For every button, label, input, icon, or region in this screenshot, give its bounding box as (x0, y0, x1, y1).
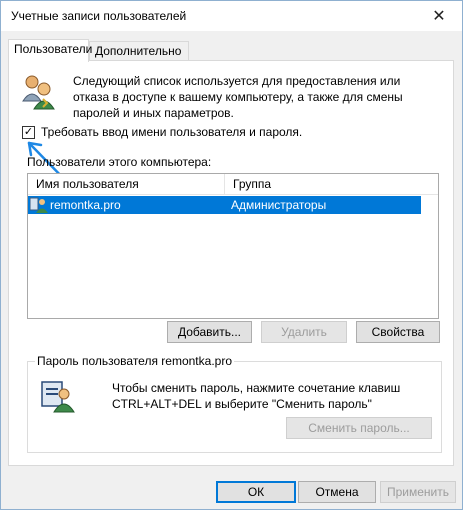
description-text: Следующий список используется для предос… (73, 74, 403, 120)
remove-user-button[interactable]: Удалить (261, 321, 347, 343)
users-list-header: Имя пользователя Группа (28, 174, 438, 195)
cancel-button[interactable]: Отмена (298, 481, 376, 503)
user-group-cell: Администраторы (231, 198, 327, 212)
title-bar: Учетные записи пользователей ✕ (1, 1, 462, 31)
password-group-title: Пароль пользователя remontka.pro (35, 354, 234, 368)
add-user-button[interactable]: Добавить... (167, 321, 252, 343)
users-list-label: Пользователи этого компьютера: (27, 155, 212, 169)
close-button[interactable]: ✕ (416, 1, 462, 31)
users-tab-panel: Следующий список используется для предос… (8, 60, 454, 466)
users-icon (22, 75, 55, 110)
column-divider[interactable] (224, 174, 225, 194)
column-header-group[interactable]: Группа (233, 177, 271, 191)
password-group: Пароль пользователя remontka.pro Чтобы с… (27, 354, 442, 453)
window-title: Учетные записи пользователей (11, 9, 187, 23)
user-name-cell: remontka.pro (50, 198, 121, 212)
table-row[interactable]: remontka.pro Администраторы (28, 196, 421, 214)
user-icon (30, 197, 48, 213)
tab-users[interactable]: Пользователи (8, 39, 92, 62)
user-accounts-dialog: Учетные записи пользователей ✕ Пользоват… (0, 0, 463, 510)
user-password-icon (41, 381, 75, 413)
users-list[interactable]: Имя пользователя Группа remontka.pro Адм… (27, 173, 439, 319)
change-password-button[interactable]: Сменить пароль... (286, 417, 432, 439)
password-instructions: Чтобы сменить пароль, нажмите сочетание … (112, 381, 401, 411)
apply-button[interactable]: Применить (380, 481, 456, 503)
close-icon: ✕ (432, 8, 446, 25)
tab-advanced[interactable]: Дополнительно (89, 41, 189, 60)
properties-button[interactable]: Свойства (356, 321, 440, 343)
ok-button[interactable]: ОК (216, 481, 296, 503)
column-header-username[interactable]: Имя пользователя (36, 177, 139, 191)
